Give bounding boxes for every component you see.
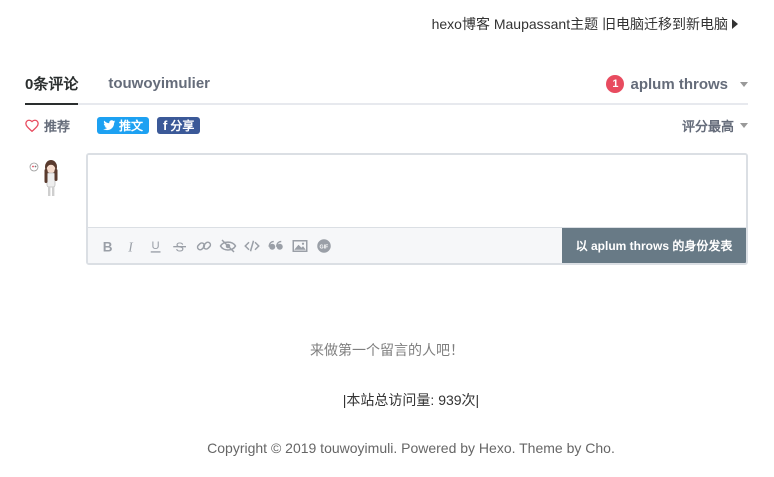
disqus-tabs: 0条评论 touwoyimulier 1 aplum throws	[25, 70, 748, 105]
strikethrough-icon[interactable]: S	[168, 234, 192, 258]
post-comment-button[interactable]: 以 aplum throws 的身份发表	[562, 228, 746, 263]
chevron-down-icon	[740, 122, 748, 128]
disqus-thread: 0条评论 touwoyimulier 1 aplum throws 推荐 推文 …	[25, 70, 748, 265]
quote-icon[interactable]	[264, 234, 288, 258]
facebook-share-label: 分享	[170, 118, 195, 133]
gif-icon[interactable]: GIF	[312, 234, 336, 258]
recommend-label: 推荐	[44, 118, 71, 134]
empty-comments-message: 来做第一个留言的人吧！	[310, 342, 464, 358]
heart-icon	[25, 119, 39, 132]
username[interactable]: aplum throws	[630, 76, 728, 93]
caret-right-icon	[732, 19, 738, 29]
sort-label: 评分最高	[681, 118, 734, 134]
svg-text:I: I	[127, 239, 134, 254]
formatting-toolbar: B I U S GIF 以 aplum throws 的身份发表	[88, 227, 746, 263]
italic-icon[interactable]: I	[120, 234, 144, 258]
code-icon[interactable]	[240, 234, 264, 258]
svg-text:B: B	[103, 239, 113, 254]
next-post-link[interactable]: hexo博客 Maupassant主题 旧电脑迁移到新电脑	[432, 14, 738, 34]
link-icon[interactable]	[192, 234, 216, 258]
svg-text:U: U	[152, 240, 160, 252]
comment-input[interactable]	[88, 155, 746, 229]
facebook-f-icon: f	[163, 117, 168, 133]
tab-comments-count[interactable]: 0条评论	[25, 70, 79, 105]
thread-actions: 推荐 推文 f 分享 评分最高	[25, 105, 748, 145]
comment-box: B I U S GIF 以 aplum throws 的身份发表	[86, 153, 748, 265]
spoiler-icon[interactable]	[216, 234, 240, 258]
avatar[interactable]	[25, 153, 73, 201]
user-menu[interactable]: 1 aplum throws	[606, 75, 748, 93]
next-post-title: hexo博客 Maupassant主题 旧电脑迁移到新电脑	[431, 16, 728, 32]
tweet-label: 推文	[119, 118, 144, 133]
facebook-share-button[interactable]: f 分享	[157, 116, 201, 134]
tab-community[interactable]: touwoyimulier	[108, 69, 210, 104]
share-buttons: 推文 f 分享	[97, 116, 201, 134]
copyright: Copyright © 2019 touwoyimuli. Powered by…	[207, 440, 615, 456]
sort-dropdown[interactable]: 评分最高	[682, 116, 748, 135]
bold-icon[interactable]: B	[96, 234, 120, 258]
visit-counter: |本站总访问量: 939次|	[342, 392, 480, 408]
chevron-down-icon	[740, 81, 748, 87]
svg-text:GIF: GIF	[320, 244, 330, 250]
tweet-button[interactable]: 推文	[97, 116, 150, 134]
notification-badge[interactable]: 1	[606, 75, 625, 93]
underline-icon[interactable]: U	[144, 234, 168, 258]
image-icon[interactable]	[288, 234, 312, 258]
twitter-bird-icon	[103, 119, 116, 130]
recommend-button[interactable]: 推荐	[25, 116, 70, 135]
comment-composer: B I U S GIF 以 aplum throws 的身份发表	[25, 153, 748, 265]
